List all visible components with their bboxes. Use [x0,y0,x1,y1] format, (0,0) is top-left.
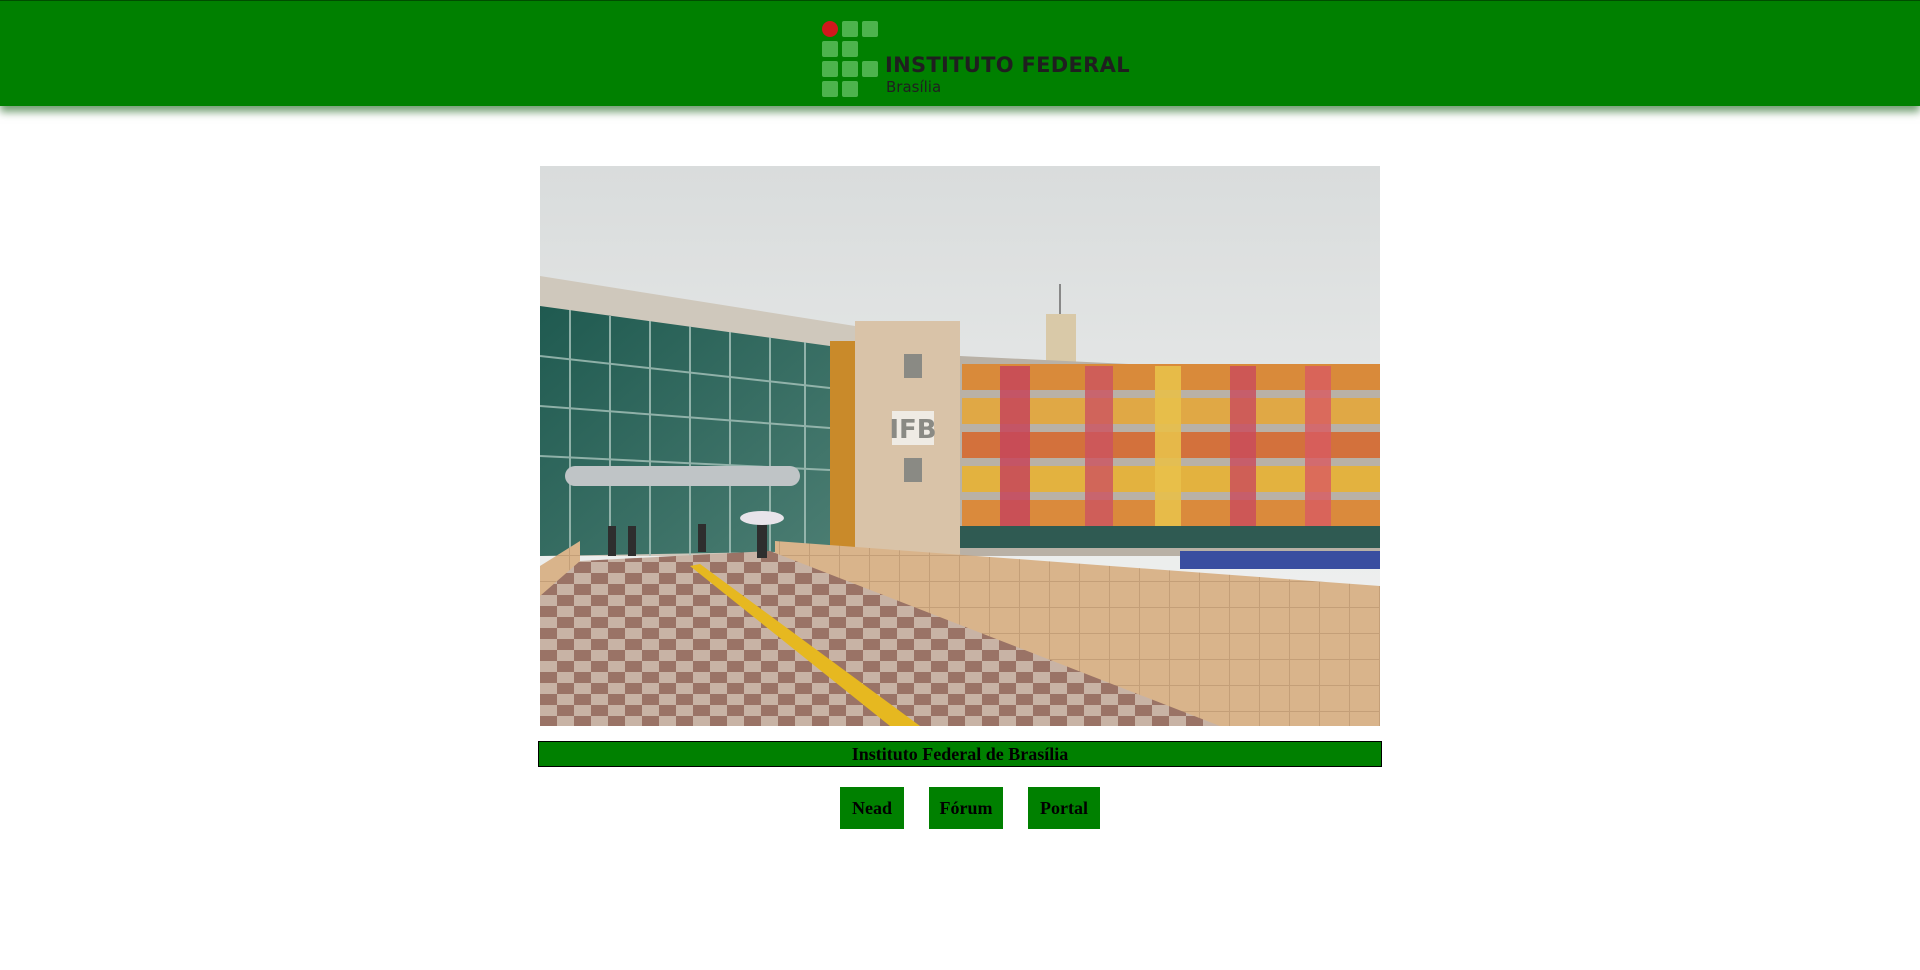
site-header: INSTITUTO FEDERAL Brasília [0,0,1920,106]
nead-button[interactable]: Nead [840,787,904,829]
portal-button[interactable]: Portal [1028,787,1100,829]
logo-grid-icon [822,21,878,97]
photo-ifb-sign: IFB [889,415,936,445]
institute-logo[interactable]: INSTITUTO FEDERAL Brasília [822,21,1130,97]
forum-button[interactable]: Fórum [929,787,1003,829]
logo-title: INSTITUTO FEDERAL [885,53,1130,77]
caption-bar: Instituto Federal de Brasília [538,741,1382,767]
logo-subtitle: Brasília [886,78,942,96]
campus-building-photo: IFB [540,166,1380,726]
